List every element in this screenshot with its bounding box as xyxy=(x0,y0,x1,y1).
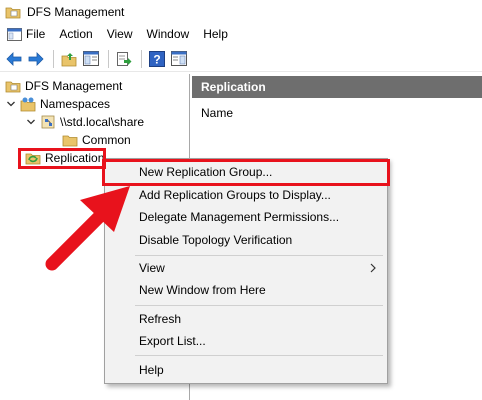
export-list-icon xyxy=(117,51,132,66)
export-list-button[interactable] xyxy=(114,49,134,69)
menu-item-refresh[interactable]: Refresh xyxy=(139,309,181,329)
menu-item-label: Delegate Management Permissions... xyxy=(139,210,340,224)
svg-text:?: ? xyxy=(153,52,160,66)
folder-icon xyxy=(62,135,78,147)
menu-item-label: Add Replication Groups to Display... xyxy=(139,188,331,202)
results-pane-title: Replication xyxy=(201,80,266,94)
toolbar-separator xyxy=(141,49,142,68)
chevron-down-icon[interactable] xyxy=(6,99,16,109)
menu-bar: File Action View Window Help xyxy=(0,24,482,44)
show-hide-action-pane-button[interactable] xyxy=(169,49,189,69)
menu-separator xyxy=(135,305,383,306)
show-hide-tree-icon xyxy=(83,51,99,66)
show-hide-tree-button[interactable] xyxy=(81,49,101,69)
menu-item-label: New Window from Here xyxy=(139,283,266,297)
back-arrow-icon xyxy=(6,51,22,66)
column-header-label: Name xyxy=(201,106,234,120)
menu-help-label: Help xyxy=(203,27,228,41)
menu-view-label: View xyxy=(106,27,133,41)
menu-action-label: Action xyxy=(59,27,93,41)
dfs-management-icon xyxy=(5,7,21,19)
menu-item-new-window-from-here[interactable]: New Window from Here xyxy=(139,280,266,300)
menu-action[interactable]: Action xyxy=(52,24,99,44)
menu-item-label: Export List... xyxy=(139,334,206,348)
up-folder-icon xyxy=(61,52,77,66)
menu-item-help[interactable]: Help xyxy=(139,360,164,380)
annotation-highlight-replication xyxy=(18,148,106,169)
tree-item-dfs-management[interactable]: DFS Management xyxy=(5,77,122,95)
show-hide-action-pane-icon xyxy=(171,51,187,66)
menu-item-label: Disable Topology Verification xyxy=(139,233,293,247)
toolbar-separator xyxy=(53,49,54,68)
results-pane-header: Replication xyxy=(192,76,482,98)
toolbar: ? xyxy=(0,46,482,72)
tree-item-label: \\std.local\share xyxy=(60,115,145,129)
menu-file[interactable]: File xyxy=(5,24,52,44)
window-title: DFS Management xyxy=(27,5,125,19)
menu-item-label: View xyxy=(139,261,165,275)
tree-item-label: DFS Management xyxy=(25,79,123,93)
menu-view[interactable]: View xyxy=(100,24,140,44)
title-bar: DFS Management xyxy=(0,0,482,24)
help-icon: ? xyxy=(149,50,165,67)
dfs-management-icon xyxy=(5,81,21,93)
chevron-down-icon[interactable] xyxy=(26,117,36,127)
help-button[interactable]: ? xyxy=(147,49,167,69)
menu-item-add-replication-groups[interactable]: Add Replication Groups to Display... xyxy=(139,185,331,205)
toolbar-separator xyxy=(108,49,109,68)
menu-help[interactable]: Help xyxy=(196,24,235,44)
menu-item-view[interactable]: View xyxy=(139,258,165,278)
menu-window[interactable]: Window xyxy=(140,24,197,44)
submenu-arrow-icon xyxy=(370,263,376,273)
menu-item-label: Refresh xyxy=(139,312,182,326)
context-menu: New Replication Group... Add Replication… xyxy=(104,158,388,384)
menu-separator xyxy=(135,255,383,256)
menu-item-label: Help xyxy=(139,363,164,377)
menu-window-label: Window xyxy=(146,27,190,41)
mmc-console-icon xyxy=(7,27,22,41)
forward-button[interactable] xyxy=(26,49,46,69)
tree-item-label: Common xyxy=(82,133,131,147)
up-one-level-button[interactable] xyxy=(59,49,79,69)
menu-file-label: File xyxy=(26,27,46,41)
menu-separator xyxy=(135,355,383,356)
annotation-highlight-new-replication-group xyxy=(102,159,390,186)
tree-item-namespaces[interactable]: Namespaces xyxy=(6,95,110,113)
column-header-name[interactable]: Name xyxy=(201,106,233,120)
back-button[interactable] xyxy=(4,49,24,69)
menu-item-delegate-permissions[interactable]: Delegate Management Permissions... xyxy=(139,207,339,227)
namespace-share-icon xyxy=(41,115,55,129)
tree-item-common[interactable]: Common xyxy=(62,131,131,149)
tree-item-label: Namespaces xyxy=(40,97,111,111)
menu-item-disable-topology-verification[interactable]: Disable Topology Verification xyxy=(139,230,292,250)
menu-item-export-list[interactable]: Export List... xyxy=(139,331,206,351)
forward-arrow-icon xyxy=(28,51,44,66)
tree-item-share[interactable]: \\std.local\share xyxy=(26,113,144,131)
namespaces-icon xyxy=(20,97,36,112)
